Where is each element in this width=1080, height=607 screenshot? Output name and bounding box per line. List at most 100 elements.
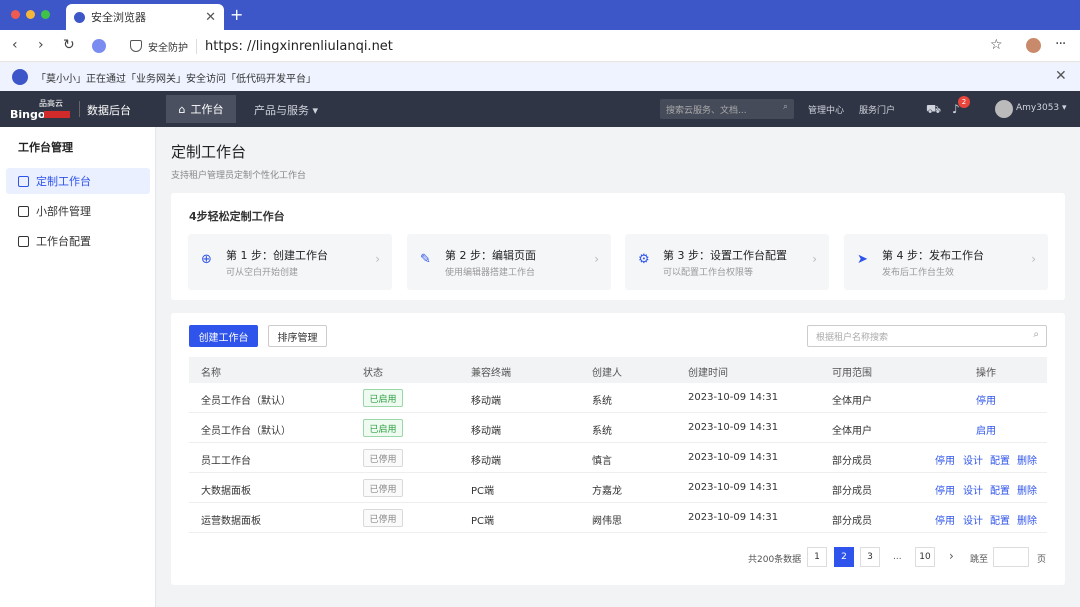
page-2[interactable]: 2: [834, 547, 854, 567]
back-icon[interactable]: ‹: [12, 37, 18, 53]
config-link[interactable]: 配置: [990, 512, 1010, 527]
notice-close-icon[interactable]: ✕: [1055, 68, 1067, 84]
bookmark-star-icon[interactable]: ☆: [990, 37, 1003, 53]
design-link[interactable]: 设计: [963, 452, 983, 467]
sidebar-item-widgets[interactable]: 小部件管理: [6, 198, 150, 224]
col-time: 创建时间: [688, 368, 728, 379]
status-badge: 已停用: [363, 509, 403, 527]
row-terminal: 移动端: [471, 456, 501, 467]
step-desc: 可从空白开始创建: [226, 268, 299, 278]
reload-icon[interactable]: ↻: [63, 37, 75, 53]
admin-center-link[interactable]: 管理中心: [808, 103, 844, 116]
url-field[interactable]: 安全防护 https: //lingxinrenliulanqi.net: [120, 34, 1020, 58]
step-1[interactable]: ⊕ 第 1 步：创建工作台 可从空白开始创建 ›: [188, 234, 392, 290]
disable-link[interactable]: 停用: [935, 512, 955, 527]
col-status[interactable]: 状态: [363, 364, 383, 379]
edit-icon: ✎: [420, 252, 431, 267]
service-portal-link[interactable]: 服务门户: [859, 103, 895, 116]
page-ellipsis[interactable]: ...: [893, 552, 902, 562]
nav-products-dropdown[interactable]: 产品与服务 ▾: [254, 102, 318, 118]
user-avatar[interactable]: [995, 100, 1013, 118]
row-name: 全员工作台（默认）: [201, 396, 291, 407]
row-name: 大数据面板: [201, 486, 251, 497]
sidebar-item-custom-workbench[interactable]: 定制工作台: [6, 168, 150, 194]
steps-card: 4步轻松定制工作台 ⊕ 第 1 步：创建工作台 可从空白开始创建 › ✎ 第 2…: [171, 193, 1065, 300]
profile-avatar[interactable]: [1026, 38, 1041, 53]
search-icon[interactable]: ⌕: [1033, 329, 1039, 340]
sort-manage-button[interactable]: 排序管理: [268, 325, 327, 347]
row-creator: 系统: [592, 426, 612, 437]
config-link[interactable]: 配置: [990, 452, 1010, 467]
tab-close-icon[interactable]: ✕: [205, 10, 216, 25]
delete-link[interactable]: 删除: [1017, 482, 1037, 497]
sidebar-item-config[interactable]: 工作台配置: [6, 228, 150, 254]
user-menu[interactable]: Amy3053 ▾: [1016, 103, 1067, 113]
row-scope: 部分成员: [832, 516, 872, 527]
maximize-window-button[interactable]: [41, 10, 50, 19]
jump-page-input[interactable]: [993, 547, 1029, 567]
row-name: 员工工作台: [201, 456, 251, 467]
tab-title: 安全浏览器: [91, 11, 146, 24]
gateway-shield-icon: [12, 69, 28, 85]
page-1[interactable]: 1: [807, 547, 827, 567]
row-scope: 全体用户: [832, 426, 872, 437]
workbench-table-card: 创建工作台 排序管理 根据租户名称搜索 ⌕ 名称 状态 兼容终端 创建人 创建时…: [171, 313, 1065, 585]
create-workbench-button[interactable]: 创建工作台: [189, 325, 258, 347]
design-link[interactable]: 设计: [963, 512, 983, 527]
enable-link[interactable]: 启用: [976, 422, 996, 437]
more-menu-icon[interactable]: ···: [1055, 36, 1066, 52]
sidebar-item-label: 工作台配置: [36, 235, 91, 248]
page-3[interactable]: 3: [860, 547, 880, 567]
console-title[interactable]: 数据后台: [87, 102, 131, 118]
nav-workbench[interactable]: ⌂ 工作台: [166, 95, 236, 123]
next-page-icon[interactable]: ›: [949, 549, 954, 563]
step-4[interactable]: ➤ 第 4 步：发布工作台 发布后工作台生效 ›: [844, 234, 1048, 290]
col-name: 名称: [201, 368, 221, 379]
delete-link[interactable]: 删除: [1017, 512, 1037, 527]
step-3[interactable]: ⚙ 第 3 步：设置工作台配置 可以配置工作台权限等 ›: [625, 234, 829, 290]
delete-link[interactable]: 删除: [1017, 452, 1037, 467]
status-badge: 已停用: [363, 479, 403, 497]
disable-link[interactable]: 停用: [935, 482, 955, 497]
new-tab-button[interactable]: +: [230, 5, 243, 24]
disable-link[interactable]: 停用: [976, 392, 996, 407]
browser-logo-icon: [92, 39, 106, 53]
step-title: 第 2 步：编辑页面: [445, 249, 536, 262]
brand-logo[interactable]: 品高云 Bingo: [10, 98, 72, 121]
step-2[interactable]: ✎ 第 2 步：编辑页面 使用编辑器搭建工作台 ›: [407, 234, 611, 290]
row-time: 2023-10-09 14:31: [688, 422, 779, 433]
step-desc: 发布后工作台生效: [882, 268, 955, 278]
workbench-icon: [18, 175, 29, 187]
app-header: 品高云 Bingo 数据后台 ⌂ 工作台 产品与服务 ▾ 搜索云服务、文档...…: [0, 91, 1080, 127]
cart-icon[interactable]: ⛟: [926, 102, 941, 118]
tenant-search-input[interactable]: 根据租户名称搜索 ⌕: [807, 325, 1047, 347]
page-10[interactable]: 10: [915, 547, 935, 567]
url-text[interactable]: https: //lingxinrenliulanqi.net: [205, 39, 393, 54]
search-icon[interactable]: ⌕: [783, 102, 788, 112]
global-search-input[interactable]: 搜索云服务、文档... ⌕: [660, 99, 794, 119]
minimize-window-button[interactable]: [26, 10, 35, 19]
row-time: 2023-10-09 14:31: [688, 452, 779, 463]
notification-badge: 2: [958, 96, 970, 108]
design-link[interactable]: 设计: [963, 482, 983, 497]
disable-link[interactable]: 停用: [935, 452, 955, 467]
forward-icon[interactable]: ›: [38, 37, 44, 53]
close-window-button[interactable]: [11, 10, 20, 19]
sliders-icon: [18, 235, 29, 247]
shield-icon: [74, 11, 85, 23]
page-unit: 页: [1037, 555, 1047, 565]
config-link[interactable]: 配置: [990, 482, 1010, 497]
total-count: 共200条数据: [748, 555, 802, 565]
security-shield-icon: [130, 40, 142, 52]
divider: [79, 101, 80, 117]
gateway-notice-bar: 「莫小小」正在通过「业务网关」安全访问「低代码开发平台」 ✕: [0, 63, 1080, 91]
status-badge: 已启用: [363, 419, 403, 437]
col-creator: 创建人: [592, 368, 622, 379]
brand-en: Bingo: [10, 108, 46, 121]
step-desc: 可以配置工作台权限等: [663, 268, 754, 278]
browser-tab[interactable]: 安全浏览器 ✕: [66, 4, 224, 30]
col-terminal[interactable]: 兼容终端: [471, 364, 511, 379]
row-scope: 部分成员: [832, 456, 872, 467]
row-creator: 系统: [592, 396, 612, 407]
row-terminal: PC端: [471, 486, 495, 497]
